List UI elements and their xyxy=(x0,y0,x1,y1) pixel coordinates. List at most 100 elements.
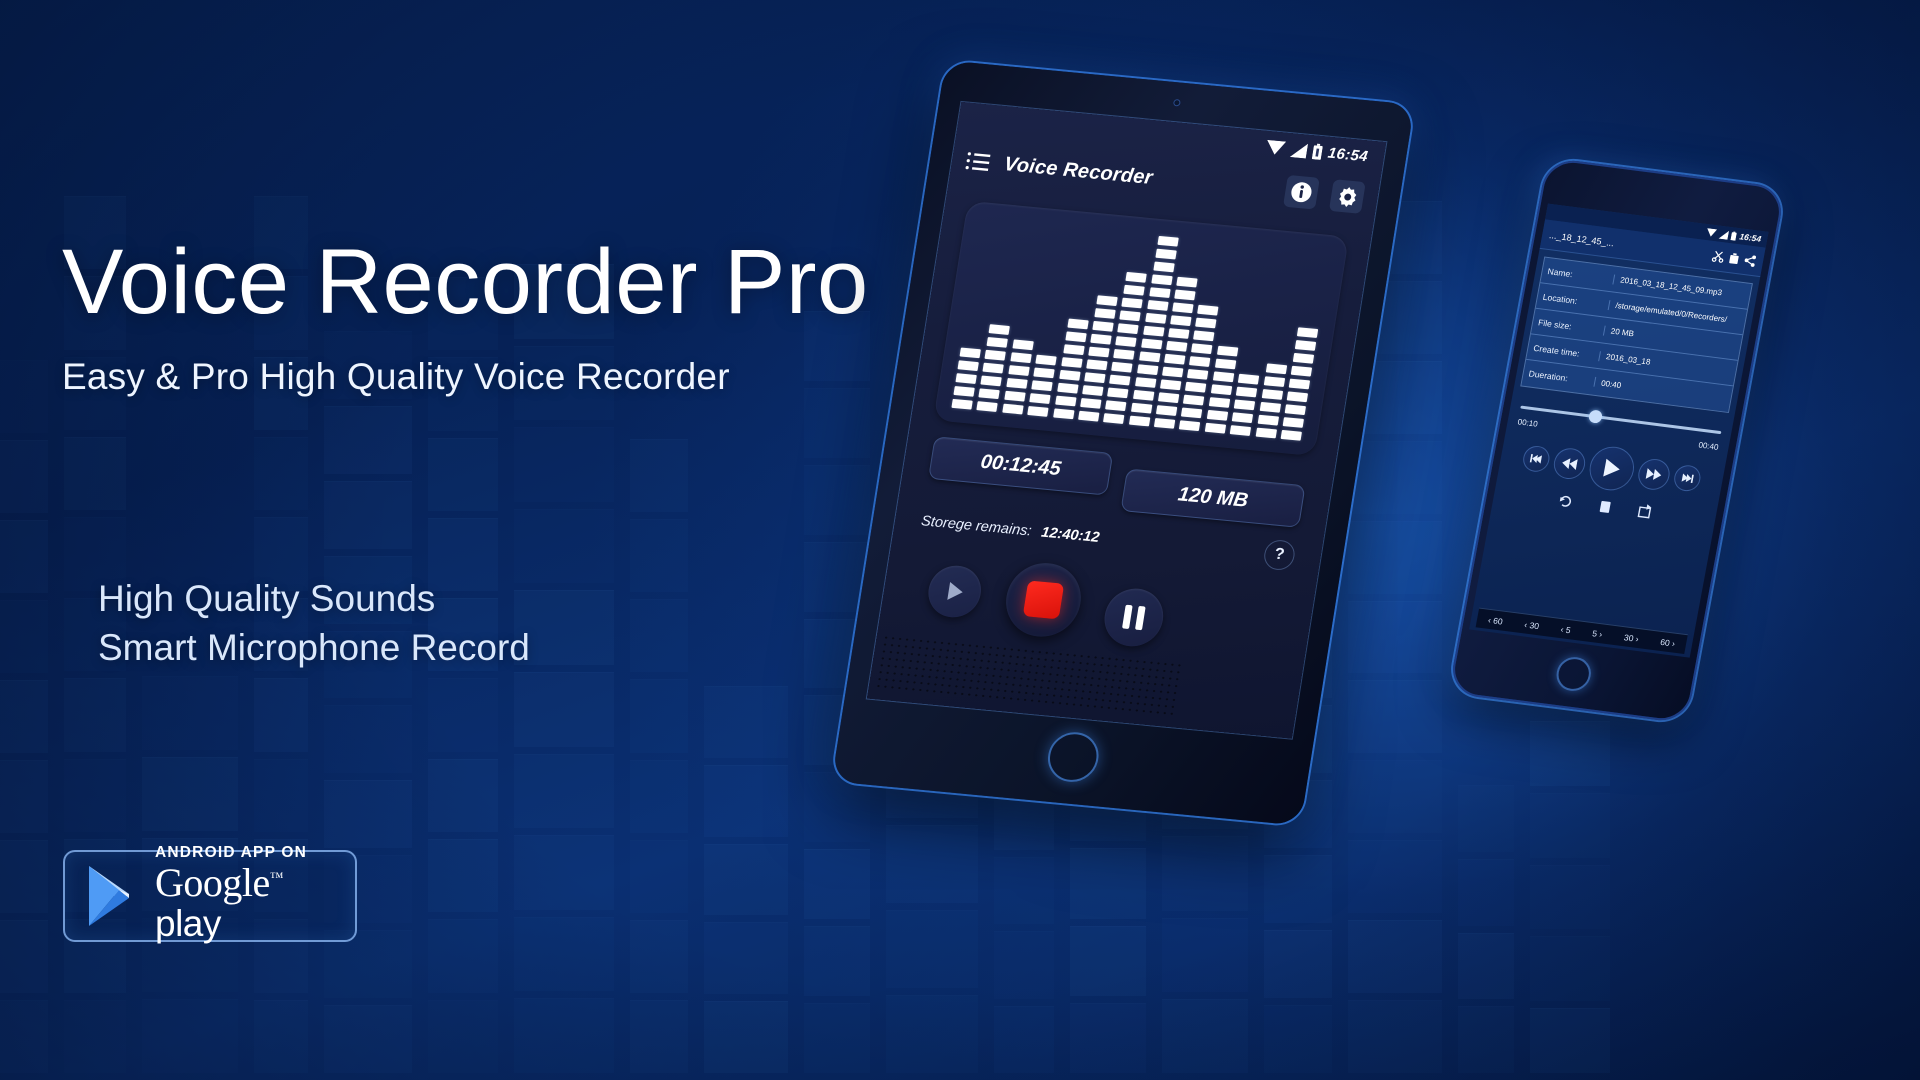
play-button[interactable] xyxy=(924,563,985,620)
forward-button[interactable] xyxy=(1635,456,1673,492)
jump-button[interactable]: ‹ 5 xyxy=(1560,624,1572,635)
equalizer-segment xyxy=(1155,248,1177,260)
settings-button[interactable] xyxy=(1328,179,1366,214)
previous-button[interactable] xyxy=(1521,444,1552,474)
equalizer-segment xyxy=(1121,297,1143,309)
pause-button[interactable] xyxy=(1100,586,1168,649)
background-equalizer-segment xyxy=(142,999,238,1073)
background-equalizer-segment xyxy=(994,1006,1054,1074)
equalizer-segment xyxy=(1060,357,1083,368)
equalizer-segment xyxy=(1140,338,1163,350)
background-equalizer-segment xyxy=(428,678,498,751)
equalizer-segment xyxy=(1084,372,1106,384)
background-equalizer-segment xyxy=(704,843,788,916)
record-button[interactable] xyxy=(1000,559,1087,640)
equalizer-segment xyxy=(1286,391,1308,403)
equalizer-segment xyxy=(1138,351,1161,363)
equalizer-segment xyxy=(1052,408,1075,420)
background-equalizer-segment xyxy=(0,360,48,433)
background-equalizer-segment xyxy=(428,839,498,913)
background-equalizer-segment xyxy=(428,1000,498,1073)
equalizer-segment xyxy=(1229,425,1252,436)
jump-button[interactable]: 30 › xyxy=(1623,632,1639,644)
background-equalizer-column xyxy=(1530,721,1610,1080)
background-equalizer-segment xyxy=(428,758,498,833)
equalizer-segment xyxy=(1132,389,1155,401)
equalizer-segment xyxy=(1183,394,1205,406)
background-equalizer-segment xyxy=(1264,930,1332,999)
equalizer-segment xyxy=(1066,318,1089,330)
equalizer-segment xyxy=(1096,295,1118,307)
seek-thumb[interactable] xyxy=(1587,408,1603,424)
loop-icon[interactable] xyxy=(1556,493,1574,510)
info-button[interactable] xyxy=(1282,174,1320,210)
background-equalizer-segment xyxy=(0,760,48,833)
equalizer-segment xyxy=(1216,345,1239,357)
jump-button[interactable]: 60 › xyxy=(1660,636,1676,648)
jump-button[interactable]: ‹ 60 xyxy=(1487,614,1503,626)
equalizer-segment xyxy=(1157,235,1179,247)
equalizer-segment xyxy=(1082,385,1104,396)
background-equalizer-segment xyxy=(994,857,1054,925)
background-equalizer-segment xyxy=(514,998,614,1073)
wifi-icon xyxy=(1707,227,1718,237)
equalizer-segment xyxy=(1056,382,1079,394)
battery-icon xyxy=(1312,143,1323,160)
headline-block: Voice Recorder Pro Easy & Pro High Quali… xyxy=(62,236,942,398)
detail-value: 2016_03_18 xyxy=(1605,352,1652,367)
jump-button[interactable]: ‹ 30 xyxy=(1524,619,1540,631)
equalizer-segment xyxy=(1280,429,1302,441)
delete-icon[interactable] xyxy=(1728,252,1740,265)
badge-brand: Google xyxy=(155,859,270,905)
background-equalizer-segment xyxy=(254,999,308,1073)
share-icon[interactable] xyxy=(1743,254,1757,267)
play-button[interactable] xyxy=(1585,444,1638,493)
skip-previous-icon xyxy=(1529,454,1543,464)
background-equalizer-segment xyxy=(704,686,788,758)
background-equalizer-segment xyxy=(1348,600,1442,674)
equalizer-segment xyxy=(1187,369,1209,380)
background-equalizer-segment xyxy=(1162,918,1248,992)
equalizer-segment xyxy=(955,373,977,384)
background-equalizer-segment xyxy=(704,764,788,837)
next-button[interactable] xyxy=(1672,463,1703,493)
background-equalizer-segment xyxy=(1348,520,1442,594)
google-play-badge[interactable]: ANDROID APP ON Google™ play xyxy=(63,845,357,942)
equalizer-segment xyxy=(1148,287,1171,298)
help-button[interactable]: ? xyxy=(1262,538,1297,572)
phone-duration: 00:40 xyxy=(1697,440,1720,452)
repeat-icon[interactable] xyxy=(1636,503,1654,520)
equalizer-segment xyxy=(1090,333,1112,345)
background-equalizer-segment xyxy=(886,825,978,903)
background-equalizer-segment xyxy=(0,1000,48,1073)
list-icon[interactable] xyxy=(965,151,992,173)
background-equalizer-segment xyxy=(630,760,688,833)
background-equalizer-segment xyxy=(514,427,614,502)
storage-label: Storege remains: xyxy=(920,513,1033,540)
background-equalizer-segment xyxy=(804,849,870,920)
equalizer-segment xyxy=(1058,369,1081,381)
background-equalizer-segment xyxy=(704,1001,788,1073)
equalizer-segment xyxy=(982,362,1005,374)
background-equalizer-segment xyxy=(630,599,688,672)
background-equalizer-segment xyxy=(1530,936,1610,1001)
background-equalizer-segment xyxy=(324,705,412,773)
record-icon xyxy=(1022,580,1065,620)
background-equalizer-column xyxy=(324,331,412,1080)
background-equalizer-segment xyxy=(514,509,614,584)
equalizer-segment xyxy=(986,337,1009,348)
equalizer-segment xyxy=(1255,427,1277,439)
background-equalizer-segment xyxy=(804,388,870,458)
cut-icon[interactable] xyxy=(1711,250,1725,263)
equalizer-segment xyxy=(1265,363,1287,375)
stop-icon[interactable] xyxy=(1597,499,1612,514)
background-equalizer-segment xyxy=(514,917,614,992)
jump-button[interactable]: 5 › xyxy=(1592,628,1604,639)
equalizer-column xyxy=(1280,327,1319,441)
equalizer-segment xyxy=(1292,352,1315,364)
equalizer-segment xyxy=(1033,367,1055,379)
rewind-button[interactable] xyxy=(1551,445,1588,481)
equalizer-segment xyxy=(1152,261,1175,273)
signal-icon xyxy=(1718,230,1730,240)
background-equalizer-segment xyxy=(0,680,48,753)
